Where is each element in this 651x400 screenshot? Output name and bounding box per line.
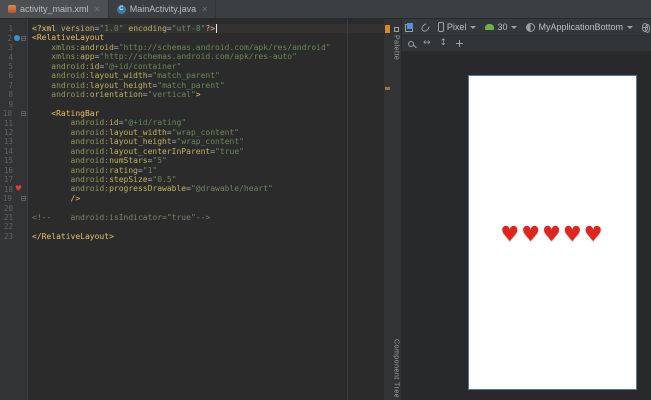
code-line[interactable]: xmlns:android="http://schemas.android.co…: [32, 43, 384, 52]
globe-icon: [642, 22, 651, 33]
component-gutter-icon[interactable]: [14, 35, 21, 42]
workspace: 1 2 3 4 5 6 7 8 9 10 11 12 13 14 15 16 17 18 ♥ 19 20 21 22 23 <…: [0, 19, 651, 400]
editor-tab-bar: activity_main.xml × C MainActivity.java …: [0, 0, 651, 19]
android-icon: [485, 24, 495, 30]
component-tree-tab[interactable]: Component Tree: [393, 339, 400, 398]
code-lines[interactable]: <?xml version="1.0" encoding="utf-8"?> <R…: [32, 24, 384, 241]
theme-label: MyApplicationBottom: [538, 22, 623, 32]
design-main: Pixel 30 MyApplicationBottom ↔ ↕ ♥♥♥♥♥: [402, 19, 651, 400]
code-line[interactable]: />: [32, 194, 384, 203]
code-line[interactable]: android:stepSize="0.5": [32, 175, 384, 184]
design-surface-icon[interactable]: [405, 22, 414, 32]
locale-selector[interactable]: Default (en-us): [642, 17, 651, 37]
palette-icon: [393, 27, 399, 32]
tab-label: activity_main.xml: [20, 4, 89, 14]
resize-horizontal-icon[interactable]: ↔: [423, 39, 431, 48]
code-line[interactable]: android:layout_width="wrap_content": [32, 128, 384, 137]
code-line[interactable]: android:rating="1": [32, 166, 384, 175]
phone-icon: [437, 22, 444, 32]
drawable-preview-heart-icon[interactable]: ♥: [14, 185, 23, 194]
preview-canvas[interactable]: Y ♥♥♥♥♥: [402, 52, 651, 400]
code-line[interactable]: android:layout_height="match_parent": [32, 81, 384, 90]
resize-vertical-icon[interactable]: ↕: [440, 39, 448, 48]
code-line[interactable]: android:progressDrawable="@drawable/hear…: [32, 184, 384, 193]
code-line[interactable]: <?xml version="1.0" encoding="utf-8"?>: [32, 24, 384, 34]
chevron-down-icon: [470, 25, 477, 29]
code-line[interactable]: android:orientation="vertical">: [32, 90, 384, 99]
error-stripe: [384, 19, 391, 400]
code-line[interactable]: android:id="@+id/rating": [32, 118, 384, 127]
code-line[interactable]: android:layout_height="wrap_content": [32, 137, 384, 146]
fold-marker[interactable]: [21, 111, 26, 117]
pan-icon[interactable]: [456, 40, 464, 47]
code-line[interactable]: <RatingBar: [32, 109, 384, 118]
android-xml-file-icon: [8, 5, 16, 13]
close-icon[interactable]: ×: [202, 4, 207, 14]
warning-stripe-mark[interactable]: [385, 87, 390, 90]
rating-hearts[interactable]: ♥♥♥♥♥: [469, 222, 636, 246]
android-studio-window: activity_main.xml × C MainActivity.java …: [0, 0, 651, 400]
design-pane: Palette Component Tree Pixel 30 MyApplic…: [391, 19, 651, 400]
java-class-icon: C: [116, 4, 126, 14]
close-icon[interactable]: ×: [95, 4, 100, 14]
right-margin-guide: [347, 19, 348, 400]
design-toolbar: Pixel 30 MyApplicationBottom: [402, 19, 651, 36]
fold-marker[interactable]: [21, 196, 26, 202]
chevron-down-icon: [511, 25, 518, 29]
code-area[interactable]: <?xml version="1.0" encoding="utf-8"?> <R…: [28, 19, 384, 400]
text-cursor: [216, 24, 218, 33]
code-line[interactable]: [32, 203, 384, 212]
orientation-icon[interactable]: [419, 21, 432, 33]
xml-editor: 1 2 3 4 5 6 7 8 9 10 11 12 13 14 15 16 17 18 ♥ 19 20 21 22 23 <…: [0, 19, 384, 400]
api-level-selector[interactable]: 30: [485, 22, 518, 32]
tab-activity-main-xml[interactable]: activity_main.xml ×: [0, 0, 109, 18]
fold-marker[interactable]: [21, 35, 26, 41]
code-line[interactable]: [32, 100, 384, 109]
theme-icon: [526, 22, 536, 32]
code-line[interactable]: xmlns:app="http://schemas.android.com/ap…: [32, 52, 384, 61]
warning-stripe-mark[interactable]: [385, 25, 390, 33]
design-side-strip: Palette Component Tree: [391, 19, 402, 400]
palette-tab[interactable]: Palette: [393, 35, 400, 60]
code-line[interactable]: </RelativeLayout>: [32, 232, 384, 241]
code-line[interactable]: <!-- android:isIndicator="true"-->: [32, 213, 384, 222]
zoom-icon[interactable]: [408, 40, 414, 47]
tab-mainactivity-java[interactable]: C MainActivity.java ×: [109, 0, 217, 18]
code-line[interactable]: android:layout_centerInParent="true": [32, 147, 384, 156]
code-line[interactable]: [32, 222, 384, 231]
tab-label: MainActivity.java: [129, 4, 197, 14]
gutter[interactable]: 1 2 3 4 5 6 7 8 9 10 11 12 13 14 15 16 17 18 ♥ 19 20 21 22 23: [0, 19, 28, 400]
device-screen[interactable]: ♥♥♥♥♥: [468, 75, 637, 390]
theme-selector[interactable]: MyApplicationBottom: [526, 22, 633, 32]
chevron-down-icon: [627, 25, 633, 29]
device-selector[interactable]: Pixel: [437, 22, 477, 32]
api-label: 30: [497, 22, 508, 32]
design-zoom-toolbar: ↔ ↕: [402, 36, 651, 52]
device-label: Pixel: [446, 22, 467, 32]
code-line[interactable]: android:id="@+id/container": [32, 62, 384, 71]
code-line[interactable]: android:layout_width="match_parent": [32, 71, 384, 80]
code-line[interactable]: <RelativeLayout: [32, 33, 384, 42]
code-line[interactable]: android:numStars="5": [32, 156, 384, 165]
